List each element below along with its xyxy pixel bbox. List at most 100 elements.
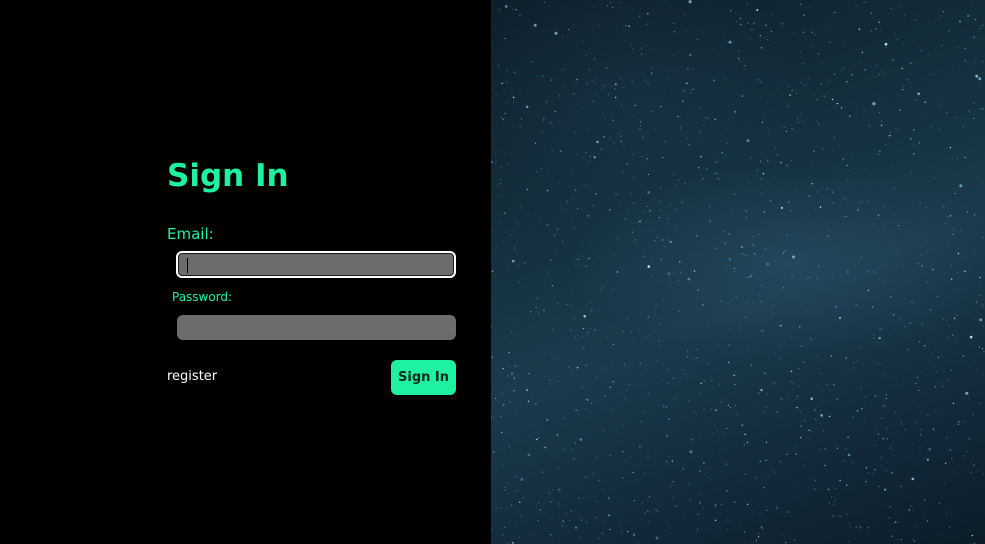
star xyxy=(937,356,940,359)
star xyxy=(549,378,551,381)
star xyxy=(548,5,550,7)
sign-in-button[interactable]: Sign In xyxy=(391,360,456,395)
star xyxy=(900,539,902,541)
star xyxy=(669,203,671,205)
star xyxy=(751,541,753,544)
star xyxy=(514,414,516,415)
star xyxy=(589,301,591,303)
star xyxy=(914,19,916,21)
star xyxy=(683,335,685,337)
star xyxy=(675,395,676,397)
star xyxy=(940,535,942,536)
star xyxy=(949,215,952,217)
star xyxy=(856,359,858,361)
star xyxy=(660,187,662,189)
star xyxy=(964,156,966,158)
star xyxy=(904,325,906,328)
star xyxy=(693,411,695,413)
star xyxy=(685,373,687,375)
star xyxy=(824,464,826,467)
star xyxy=(699,502,701,504)
star xyxy=(974,214,976,216)
star xyxy=(962,355,965,357)
star xyxy=(661,299,663,301)
email-field[interactable] xyxy=(176,251,456,278)
star xyxy=(811,431,813,432)
star xyxy=(873,337,875,339)
star xyxy=(632,114,634,116)
star xyxy=(810,276,812,278)
star xyxy=(639,127,641,130)
star xyxy=(781,453,783,456)
star xyxy=(828,460,830,462)
star xyxy=(735,371,736,372)
star xyxy=(838,316,842,320)
star xyxy=(833,137,836,139)
star xyxy=(658,510,660,512)
star xyxy=(519,501,521,503)
star xyxy=(510,235,512,237)
star xyxy=(773,491,775,493)
star xyxy=(973,464,975,466)
star xyxy=(596,377,598,379)
star xyxy=(860,527,861,529)
star xyxy=(873,104,875,106)
star xyxy=(714,409,718,412)
star xyxy=(569,330,572,332)
star xyxy=(640,124,642,126)
star xyxy=(714,505,717,507)
star xyxy=(947,379,949,381)
star xyxy=(513,247,515,249)
star xyxy=(585,152,587,154)
star xyxy=(580,536,582,538)
star xyxy=(966,14,970,18)
star xyxy=(586,83,588,84)
star xyxy=(576,367,579,369)
star xyxy=(765,441,768,443)
star xyxy=(864,69,867,71)
star xyxy=(973,318,975,320)
star xyxy=(878,336,881,340)
star xyxy=(639,220,641,223)
register-link[interactable]: register xyxy=(167,368,217,386)
star xyxy=(853,362,855,364)
star xyxy=(510,330,512,333)
password-field[interactable] xyxy=(177,315,456,340)
star xyxy=(840,69,842,71)
star xyxy=(686,351,688,353)
star xyxy=(698,167,700,169)
star xyxy=(819,95,821,97)
star xyxy=(865,396,867,398)
star xyxy=(578,410,580,412)
star xyxy=(872,472,873,474)
star xyxy=(570,170,572,171)
star xyxy=(586,214,587,216)
star xyxy=(601,532,603,534)
star xyxy=(585,521,588,523)
star xyxy=(767,161,769,163)
star xyxy=(919,447,921,449)
star xyxy=(935,365,936,367)
star xyxy=(861,408,863,410)
star xyxy=(943,370,945,372)
star xyxy=(506,71,508,73)
star xyxy=(575,526,577,529)
star xyxy=(910,62,912,64)
star xyxy=(562,240,564,242)
star xyxy=(642,252,644,254)
star xyxy=(610,252,612,253)
star xyxy=(614,88,616,90)
star xyxy=(504,489,506,491)
star xyxy=(604,395,606,397)
star xyxy=(512,320,514,322)
star xyxy=(723,466,725,467)
password-label: Password: xyxy=(172,290,233,304)
star xyxy=(579,438,583,441)
star xyxy=(973,458,974,460)
star xyxy=(882,71,884,73)
star xyxy=(511,92,513,93)
star xyxy=(574,337,577,339)
star xyxy=(910,172,912,174)
star xyxy=(496,507,498,509)
star xyxy=(647,454,649,455)
